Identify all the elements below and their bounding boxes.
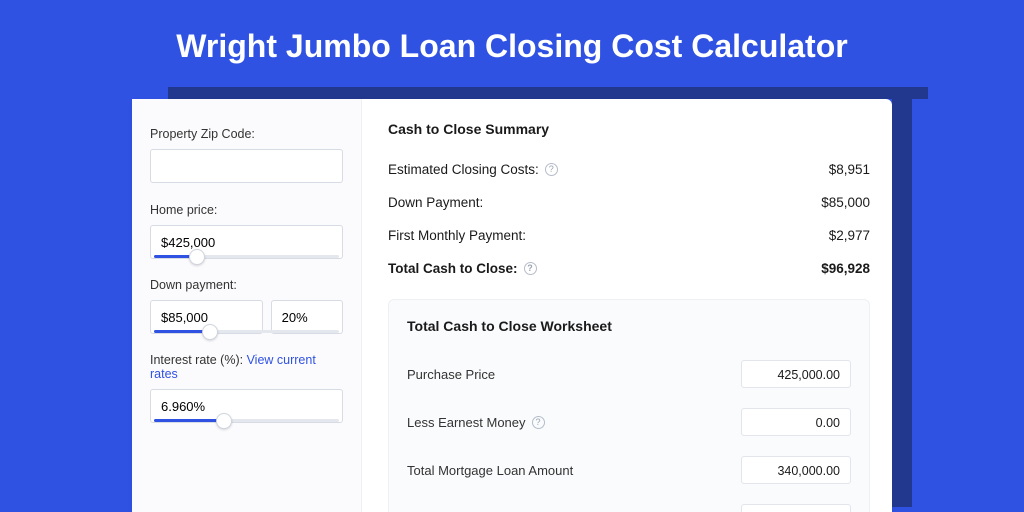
inputs-panel: Property Zip Code: Home price: Down paym… <box>132 99 362 512</box>
down-payment-percent-input[interactable] <box>271 300 343 334</box>
worksheet-row: Total Second Mortgage Amount?0.00 <box>407 494 851 512</box>
down-payment-slider[interactable] <box>150 330 343 333</box>
help-icon[interactable]: ? <box>524 262 537 275</box>
interest-label: Interest rate (%): View current rates <box>150 353 343 381</box>
worksheet-row: Total Mortgage Loan Amount 340,000.00 <box>407 446 851 494</box>
summary-row-label: Estimated Closing Costs:? <box>388 162 558 177</box>
summary-list: Estimated Closing Costs:? $8,951 Down Paym… <box>388 153 870 285</box>
worksheet-title: Total Cash to Close Worksheet <box>407 318 851 334</box>
page-title: Wright Jumbo Loan Closing Cost Calculato… <box>0 0 1024 87</box>
zip-input[interactable] <box>150 149 343 183</box>
interest-group: Interest rate (%): View current rates <box>150 353 343 422</box>
summary-row-label-text: Estimated Closing Costs: <box>388 162 539 177</box>
worksheet-row-label-text: Purchase Price <box>407 367 495 382</box>
home-price-label: Home price: <box>150 203 343 217</box>
worksheet-row-label-text: Less Earnest Money <box>407 415 526 430</box>
interest-label-text: Interest rate (%): <box>150 353 247 367</box>
home-price-group: Home price: <box>150 203 343 258</box>
worksheet-list: Purchase Price 425,000.00 Less Earnest Mon… <box>407 350 851 512</box>
summary-row-label-text: First Monthly Payment: <box>388 228 526 243</box>
summary-row-label: Total Cash to Close:? <box>388 261 537 276</box>
interest-slider[interactable] <box>150 419 343 422</box>
summary-row-label-text: Total Cash to Close: <box>388 261 518 276</box>
interest-input[interactable] <box>150 389 343 423</box>
summary-row: Down Payment: $85,000 <box>388 186 870 219</box>
calculator-card: Property Zip Code: Home price: Down paym… <box>132 99 892 512</box>
home-price-slider-thumb[interactable] <box>189 249 205 265</box>
worksheet-row: Less Earnest Money? 0.00 <box>407 398 851 446</box>
home-price-slider[interactable] <box>150 255 343 258</box>
summary-row-label: Down Payment: <box>388 195 483 210</box>
summary-row-value: $8,951 <box>829 162 870 177</box>
summary-row: First Monthly Payment: $2,977 <box>388 219 870 252</box>
worksheet-row: Purchase Price 425,000.00 <box>407 350 851 398</box>
help-icon[interactable]: ? <box>545 163 558 176</box>
worksheet-panel: Total Cash to Close Worksheet Purchase P… <box>388 299 870 512</box>
card-top-shadow <box>168 87 928 99</box>
worksheet-row-value[interactable]: 425,000.00 <box>741 360 851 388</box>
results-panel: Cash to Close Summary Estimated Closing … <box>362 99 892 512</box>
worksheet-row-label: Less Earnest Money? <box>407 415 545 430</box>
help-icon[interactable]: ? <box>532 416 545 429</box>
interest-slider-fill <box>154 419 224 422</box>
down-payment-slider-thumb[interactable] <box>202 324 218 340</box>
down-payment-group: Down payment: <box>150 278 343 333</box>
interest-slider-thumb[interactable] <box>216 413 232 429</box>
worksheet-row-value[interactable]: 340,000.00 <box>741 456 851 484</box>
worksheet-row-value[interactable]: 0.00 <box>741 504 851 512</box>
summary-row: Estimated Closing Costs:? $8,951 <box>388 153 870 186</box>
summary-row-value: $85,000 <box>821 195 870 210</box>
worksheet-row-value[interactable]: 0.00 <box>741 408 851 436</box>
summary-title: Cash to Close Summary <box>388 121 870 137</box>
card-right-shadow <box>892 87 912 507</box>
summary-row-label: First Monthly Payment: <box>388 228 526 243</box>
worksheet-row-label: Purchase Price <box>407 367 495 382</box>
zip-label: Property Zip Code: <box>150 127 343 141</box>
worksheet-row-label: Total Mortgage Loan Amount <box>407 463 573 478</box>
summary-row-value: $2,977 <box>829 228 870 243</box>
worksheet-row-label-text: Total Mortgage Loan Amount <box>407 463 573 478</box>
summary-row-label-text: Down Payment: <box>388 195 483 210</box>
summary-row: Total Cash to Close:? $96,928 <box>388 252 870 285</box>
summary-row-value: $96,928 <box>821 261 870 276</box>
down-payment-label: Down payment: <box>150 278 343 292</box>
zip-group: Property Zip Code: <box>150 127 343 183</box>
home-price-input[interactable] <box>150 225 343 259</box>
